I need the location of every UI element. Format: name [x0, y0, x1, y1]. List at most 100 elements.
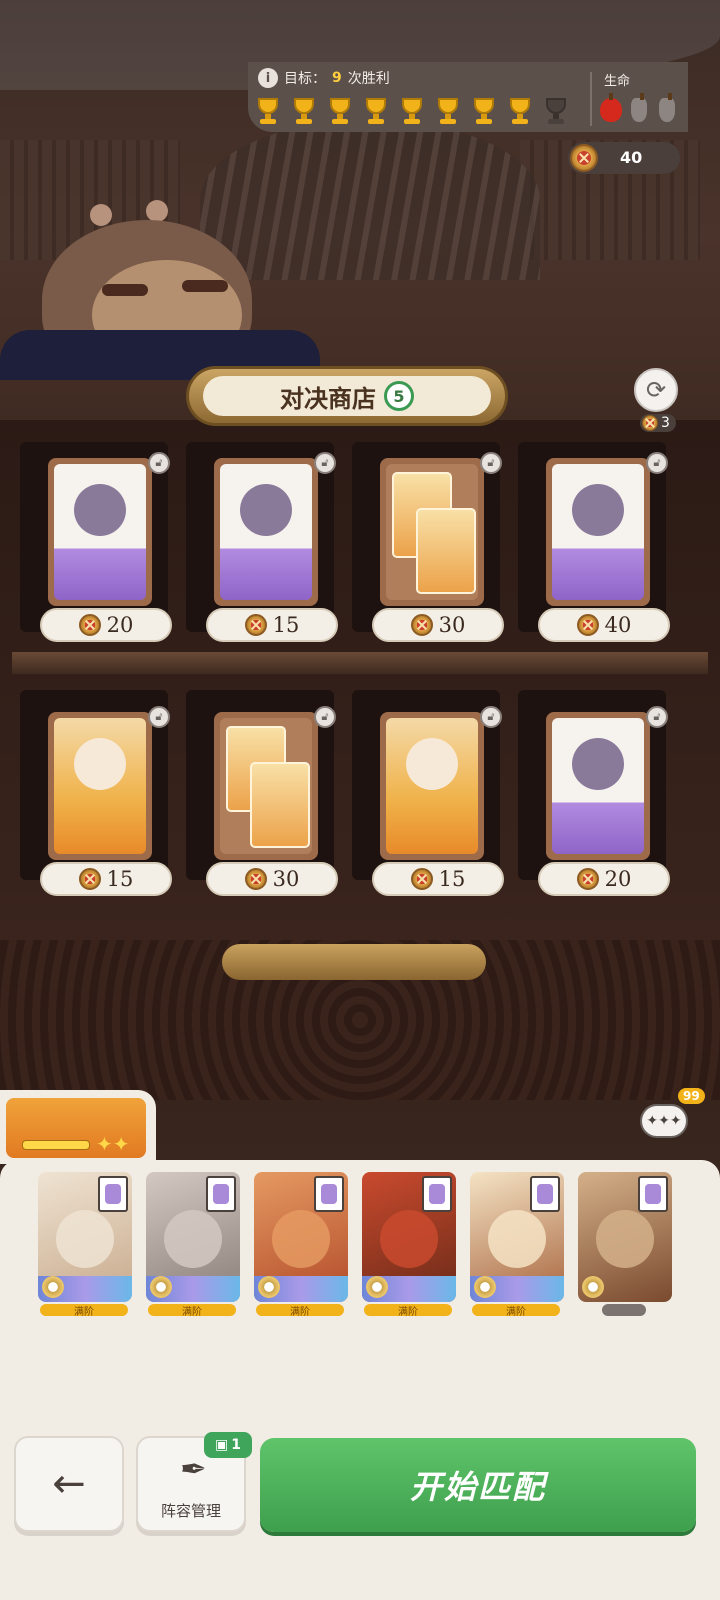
refresh-icon: ⟳ — [645, 376, 667, 404]
trophy-icon — [396, 96, 428, 126]
chat-badge: 99 — [678, 1088, 705, 1104]
coin-icon — [410, 868, 433, 890]
price-value: 20 — [106, 613, 134, 637]
coin-icon — [576, 614, 599, 636]
price-tag[interactable]: 20 — [40, 608, 172, 642]
price-tag[interactable]: 30 — [372, 608, 504, 642]
apple-icon — [600, 93, 622, 122]
price-tag[interactable]: 15 — [372, 862, 504, 896]
lock-icon[interactable]: 🔓︎ — [148, 706, 170, 728]
coin-icon — [642, 415, 658, 431]
lock-icon[interactable]: 🔓︎ — [646, 452, 668, 474]
shelf — [12, 652, 708, 674]
trophy-icon — [468, 96, 500, 126]
life-label: 生命 — [604, 74, 631, 89]
refresh-button[interactable]: ⟳ — [634, 368, 678, 412]
back-button[interactable]: ← — [14, 1436, 124, 1532]
coin-icon — [570, 144, 598, 172]
quill-icon: ✒ — [180, 1450, 207, 1488]
shop-card[interactable] — [214, 712, 318, 860]
lock-icon[interactable]: 🔓︎ — [646, 706, 668, 728]
shop-banner: 对决商店 5 — [186, 366, 508, 426]
lock-icon[interactable]: 🔓︎ — [480, 706, 502, 728]
price-tag[interactable]: 20 — [538, 862, 670, 896]
trophy-icon — [252, 96, 284, 126]
gem-icon — [366, 1276, 388, 1298]
skull-lasso-icon — [54, 464, 146, 600]
lock-icon[interactable]: 🔓︎ — [314, 706, 336, 728]
shop-card[interactable] — [380, 712, 484, 860]
owl-hero[interactable] — [362, 1172, 456, 1302]
price-value: 40 — [604, 613, 632, 637]
shop-level-badge: 5 — [384, 381, 414, 411]
trophy-icon — [540, 96, 572, 126]
hero-level-badge: 满阶 — [148, 1304, 236, 1318]
team-management-label: 阵容管理 — [160, 1502, 221, 1520]
team-badge-count: 1 — [231, 1437, 241, 1453]
price-tag[interactable]: 30 — [206, 862, 338, 896]
badger-hero[interactable] — [38, 1172, 132, 1302]
chat-button[interactable]: ✦✦✦ — [640, 1104, 688, 1138]
golden-hair-girl-icon — [386, 718, 478, 854]
refresh-cost: 3 — [640, 414, 676, 432]
hero-level-badge: 满阶 — [364, 1304, 452, 1318]
equipment-icon — [422, 1176, 452, 1212]
shop-card[interactable] — [380, 458, 484, 606]
purple-knight-icon — [552, 464, 644, 600]
goal-count: 9 — [332, 70, 342, 86]
rhino-hero[interactable] — [146, 1172, 240, 1302]
coin-icon — [576, 868, 599, 890]
squirrel-ear-right — [146, 200, 168, 222]
start-match-button[interactable]: 开始匹配 — [260, 1438, 696, 1532]
shop-card[interactable] — [546, 712, 650, 860]
sleepy-kid-hero[interactable] — [578, 1172, 672, 1302]
trophy-icon — [432, 96, 464, 126]
lock-icon[interactable]: 🔓︎ — [314, 452, 336, 474]
hero-level-badge: 满阶 — [472, 1304, 560, 1318]
start-match-label: 开始匹配 — [409, 1468, 546, 1506]
trophy-icon — [360, 96, 392, 126]
team-badge: ▣ 1 — [204, 1432, 252, 1458]
hero-level-badge: 满阶 — [40, 1304, 128, 1318]
hero-level-badge — [602, 1304, 646, 1316]
shop-card[interactable] — [214, 458, 318, 606]
equipment-icon — [98, 1176, 128, 1212]
shop-card[interactable] — [48, 712, 152, 860]
price-value: 30 — [438, 613, 466, 637]
goal-text: i 目标： 9 次胜利 — [258, 68, 390, 88]
coin-value: 40 — [620, 148, 643, 167]
drawer-handle — [222, 944, 486, 980]
apple-core-icon — [659, 93, 675, 122]
squirrel-ear-left — [90, 204, 112, 226]
gem-icon — [42, 1276, 64, 1298]
shop-card[interactable] — [48, 458, 152, 606]
price-tag[interactable]: 15 — [40, 862, 172, 896]
lives-row — [600, 93, 678, 122]
lock-icon[interactable]: 🔓︎ — [148, 452, 170, 474]
divider — [590, 72, 592, 126]
equipment-icon — [530, 1176, 560, 1212]
rhino-warrior-icon — [220, 464, 312, 600]
price-value: 20 — [604, 867, 632, 891]
gift-icon: ▣ — [215, 1437, 229, 1453]
price-tag[interactable]: 40 — [538, 608, 670, 642]
trophy-row — [252, 96, 572, 126]
shop-card[interactable] — [546, 458, 650, 606]
coin-icon — [244, 614, 267, 636]
desert-woman-hero[interactable] — [470, 1172, 564, 1302]
lock-icon[interactable]: 🔓︎ — [480, 452, 502, 474]
twin-masked-cards-icon — [386, 464, 478, 600]
price-value: 15 — [272, 613, 300, 637]
back-arrow-icon: ← — [52, 1461, 86, 1507]
equipment-icon — [638, 1176, 668, 1212]
price-value: 15 — [438, 867, 466, 891]
trophy-icon — [288, 96, 320, 126]
coin-icon — [78, 614, 101, 636]
coin-icon — [244, 868, 267, 890]
equipment-icon — [314, 1176, 344, 1212]
price-value: 15 — [106, 867, 134, 891]
refresh-cost-value: 3 — [661, 415, 670, 431]
red-beast-hero[interactable] — [254, 1172, 348, 1302]
info-icon[interactable]: i — [258, 68, 278, 88]
price-tag[interactable]: 15 — [206, 608, 338, 642]
